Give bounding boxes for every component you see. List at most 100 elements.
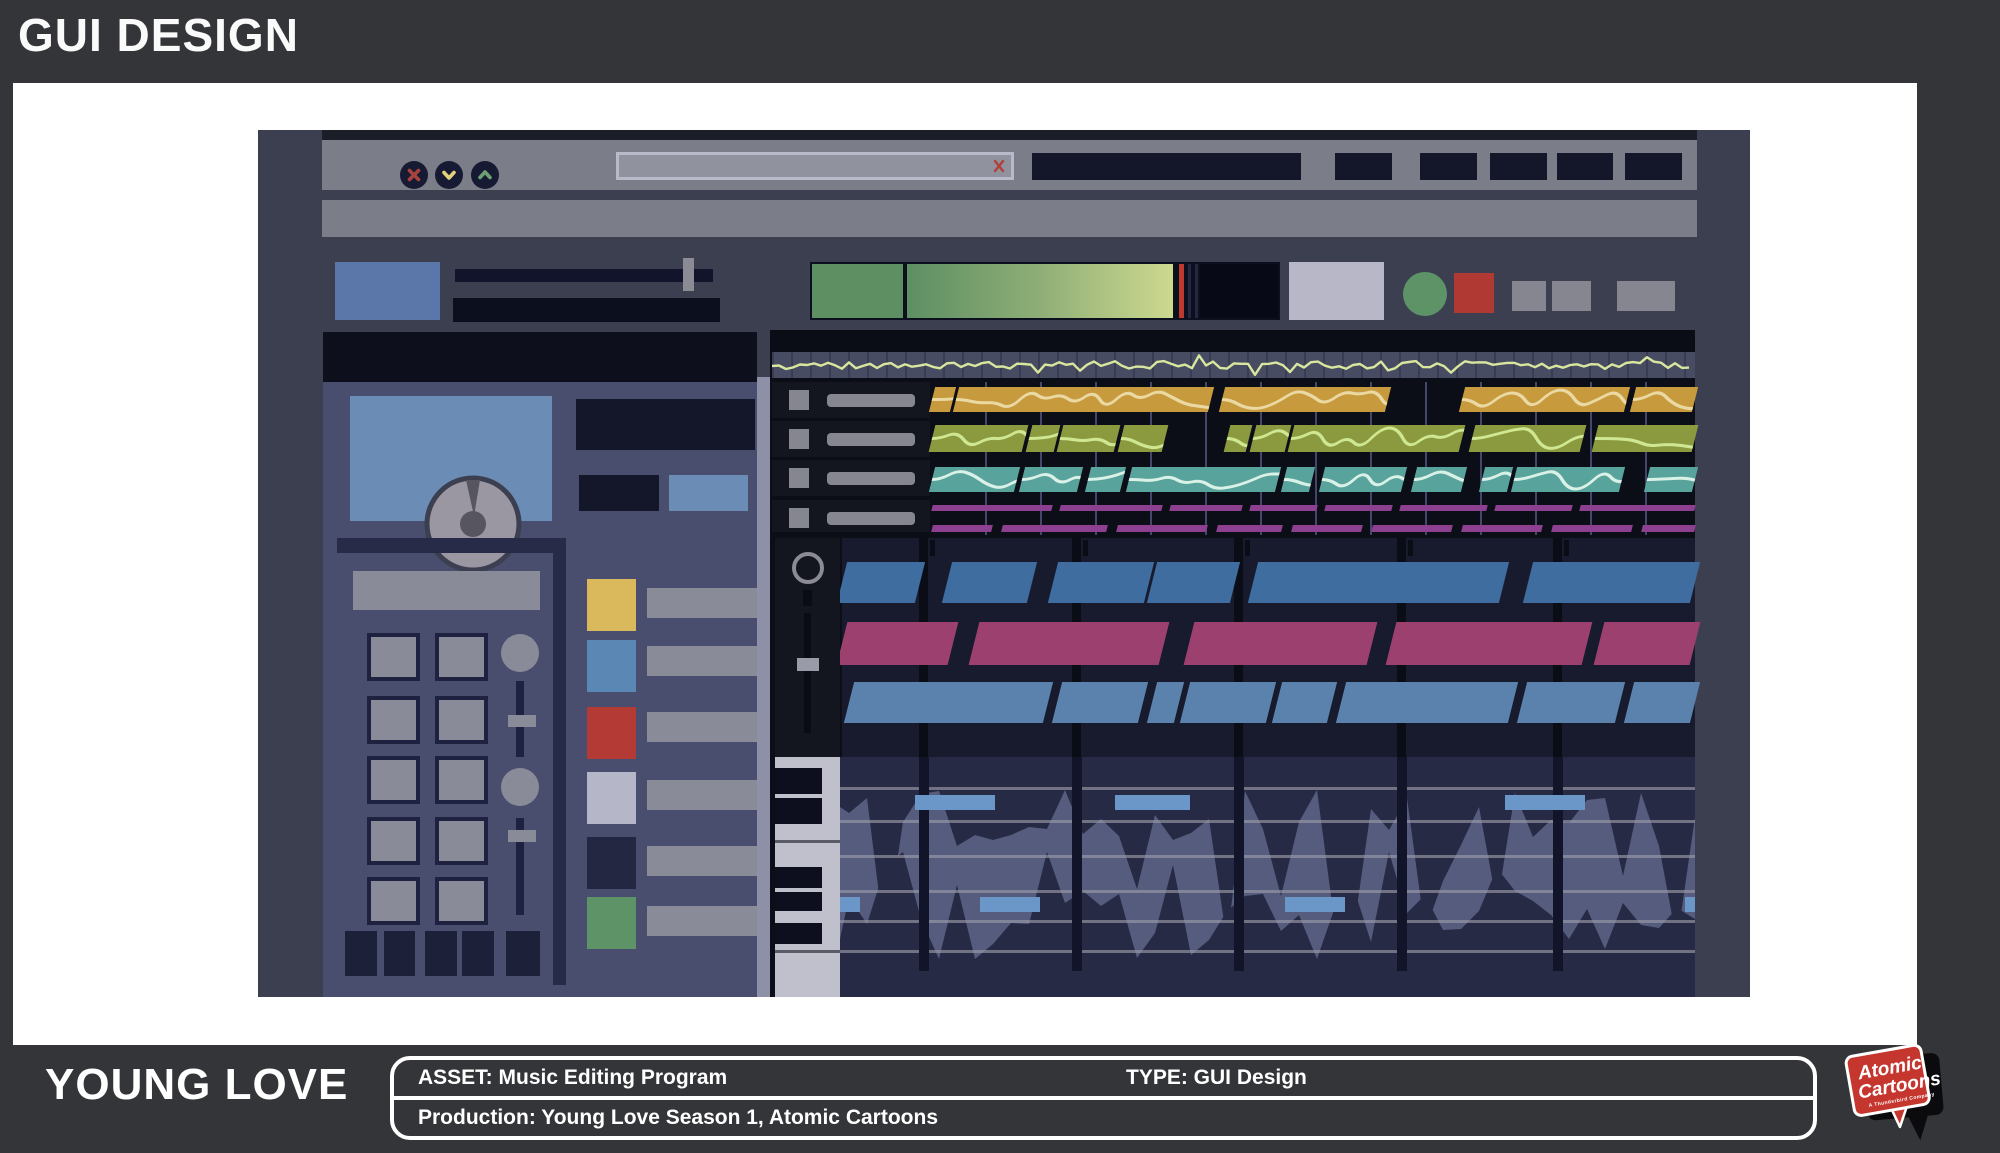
track-header[interactable] [772,500,930,532]
function-button[interactable] [506,931,540,976]
sound-swatch[interactable] [587,837,636,889]
automation-segment[interactable] [1169,505,1242,511]
audio-clip[interactable] [1469,425,1587,452]
automation-segment[interactable] [931,525,993,532]
tempo-slider-track[interactable] [455,269,713,282]
audio-clip[interactable] [1272,682,1337,723]
automation-segment[interactable] [1371,525,1453,532]
audio-clip[interactable] [837,622,959,665]
search-clear-icon[interactable] [990,157,1008,175]
audio-clip[interactable] [1288,425,1466,452]
audio-clip[interactable] [1048,562,1154,603]
sound-swatch[interactable] [587,772,636,824]
menu-button[interactable] [1335,153,1392,180]
audio-clip[interactable] [1624,682,1700,723]
drum-pad[interactable] [435,877,488,925]
drum-pad[interactable] [367,633,420,681]
automation-segment[interactable] [1461,525,1543,532]
audio-clip[interactable] [1479,467,1513,492]
automation-segment[interactable] [1551,525,1633,532]
audio-clip[interactable] [1511,467,1625,492]
function-button[interactable] [345,931,377,976]
knob[interactable] [501,634,539,672]
automation-segment[interactable] [1249,505,1317,511]
midi-note[interactable] [840,897,860,912]
mode-button[interactable] [1552,281,1591,311]
audio-clip[interactable] [1147,562,1240,603]
channel-knob[interactable] [792,552,824,584]
automation-segment[interactable] [1059,505,1162,511]
audio-clip[interactable] [1126,467,1281,492]
audio-clip[interactable] [1319,467,1407,492]
menu-button[interactable] [1557,153,1613,180]
piano-roll[interactable] [840,757,1695,997]
audio-clip[interactable] [1281,467,1315,492]
audio-clip[interactable] [1026,425,1061,452]
channel-fader-handle[interactable] [797,658,819,671]
sound-swatch[interactable] [587,897,636,949]
audio-clip[interactable] [1085,467,1126,492]
audio-clip[interactable] [1219,387,1391,412]
audio-clip[interactable] [837,562,925,603]
midi-note[interactable] [1505,795,1585,810]
menu-button[interactable] [1490,153,1547,180]
drum-pad[interactable] [435,696,488,744]
track-header[interactable] [772,460,930,496]
drum-pad[interactable] [367,696,420,744]
audio-clip[interactable] [844,682,1053,723]
audio-clip[interactable] [1250,425,1292,452]
audio-clip[interactable] [1411,467,1467,492]
meter-playhead[interactable] [1179,264,1184,318]
audio-clip[interactable] [929,467,1020,492]
close-button[interactable] [400,161,428,189]
sound-swatch[interactable] [587,640,636,692]
audio-clip[interactable] [1336,682,1518,723]
automation-segment[interactable] [1494,505,1572,511]
overview-timeline[interactable] [772,352,1695,378]
drum-pad[interactable] [367,756,420,804]
sound-swatch[interactable] [587,579,636,631]
tempo-slider-handle[interactable] [683,258,694,291]
audio-clip[interactable] [1594,622,1701,665]
menu-button[interactable] [1625,153,1682,180]
midi-note[interactable] [915,795,995,810]
track-header[interactable] [772,421,930,457]
audio-clip[interactable] [1052,682,1148,723]
automation-segment[interactable] [931,505,1052,511]
audio-clip[interactable] [953,387,1214,412]
stop-button[interactable] [1454,273,1494,313]
audio-clip[interactable] [1224,425,1253,452]
midi-note[interactable] [980,897,1040,912]
audio-clip[interactable] [1386,622,1593,665]
record-button[interactable] [1403,272,1447,316]
turntable-icon[interactable] [423,474,523,574]
midi-note[interactable] [1685,897,1695,912]
audio-clip[interactable] [929,387,956,412]
audio-clip[interactable] [942,562,1037,603]
scrollbar[interactable] [757,377,771,997]
audio-clip[interactable] [1180,682,1276,723]
audio-clip[interactable] [1248,562,1509,603]
function-button[interactable] [462,931,494,976]
automation-segment[interactable] [1579,505,1695,511]
maximize-button[interactable] [471,161,499,189]
audio-clip[interactable] [1523,562,1700,603]
audio-clip[interactable] [1057,425,1121,452]
audio-clip[interactable] [1517,682,1625,723]
fader-handle[interactable] [508,830,536,842]
small-blue-button[interactable] [669,475,748,511]
automation-segment[interactable] [1291,525,1363,532]
audio-clip[interactable] [1118,425,1169,452]
audio-clip[interactable] [929,425,1029,452]
audio-clip[interactable] [1019,467,1083,492]
mode-button[interactable] [1512,281,1546,311]
drum-pad[interactable] [435,817,488,865]
knob[interactable] [501,768,539,806]
drum-pad[interactable] [435,633,488,681]
piano-key-black[interactable] [775,768,822,794]
audio-clip[interactable] [969,622,1170,665]
function-button[interactable] [425,931,457,976]
drum-pad[interactable] [367,817,420,865]
audio-clip[interactable] [1630,387,1698,412]
automation-segment[interactable] [1324,505,1392,511]
